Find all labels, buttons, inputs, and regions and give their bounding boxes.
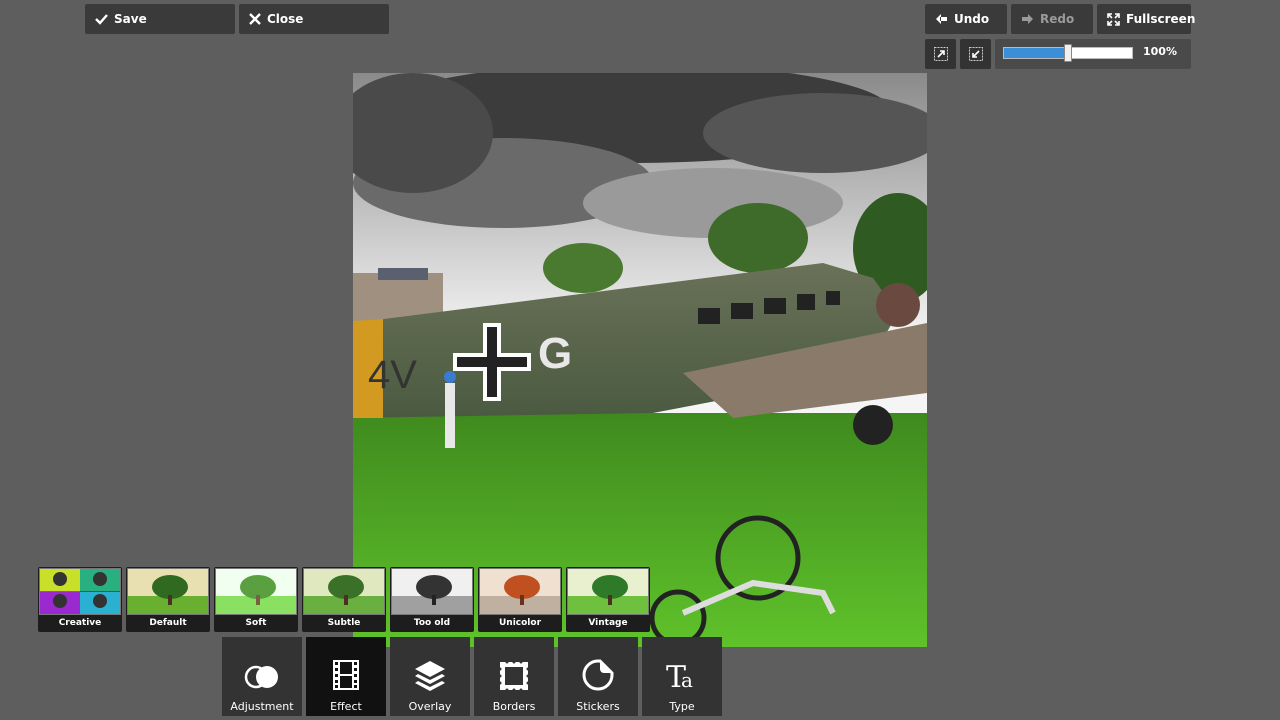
effect-soft[interactable]: Soft [214,567,298,632]
film-icon [333,660,359,690]
effect-unicolor[interactable]: Unicolor [478,567,562,632]
adjustment-icon [244,665,278,689]
fit-to-screen-button[interactable] [925,39,956,69]
effect-thumb [127,568,209,615]
tool-label: Stickers [576,700,620,713]
svg-text:a: a [681,668,693,691]
save-label: Save [114,12,147,26]
zoom-level: 100% [1143,45,1177,58]
effect-creative[interactable]: Creative [38,567,122,632]
zoom-panel: 100% [995,39,1191,69]
text-icon: Ta [666,660,693,691]
fullscreen-icon [1107,12,1120,26]
effect-thumb [39,568,121,615]
fullscreen-label: Fullscreen [1126,12,1196,26]
actual-size-button[interactable] [960,39,991,69]
effect-label: Default [149,618,187,628]
effect-default[interactable]: Default [126,567,210,632]
layers-icon [415,661,445,691]
close-label: Close [267,12,304,26]
tool-bar: Adjustment Effect Overlay Borders Sticke… [222,637,722,716]
effect-subtle[interactable]: Subtle [302,567,386,632]
effect-thumb [567,568,649,615]
photo-image: G 4V [353,73,927,647]
undo-button[interactable]: Undo [925,4,1007,34]
shrink-icon [968,47,983,61]
tool-label: Type [669,700,695,713]
effect-label: Subtle [327,618,361,628]
zoom-slider[interactable] [1003,44,1133,62]
close-button[interactable]: Close [239,4,389,34]
tool-label: Borders [492,700,536,713]
tool-label: Overlay [408,700,452,713]
effect-label: Creative [58,618,102,628]
svg-text:4V: 4V [368,353,417,397]
effect-label: Unicolor [498,618,542,628]
effect-vintage[interactable]: Vintage [566,567,650,632]
effect-label: Vintage [588,618,628,628]
tool-label: Effect [330,700,362,713]
expand-icon [933,47,948,61]
redo-label: Redo [1040,12,1075,26]
effect-thumb [215,568,297,615]
tool-adjustment[interactable]: Adjustment [222,637,302,716]
zoom-slider-thumb[interactable] [1064,44,1072,62]
zoom-slider-fill [1004,48,1068,58]
svg-text:G: G [538,329,572,378]
fullscreen-button[interactable]: Fullscreen [1097,4,1195,34]
tool-type[interactable]: Ta Type [642,637,722,716]
redo-button[interactable]: Redo [1011,4,1093,34]
undo-label: Undo [954,12,990,26]
photo-canvas[interactable]: G 4V [353,73,927,647]
arrow-right-icon [1022,14,1033,24]
sticker-icon [582,659,614,691]
effect-thumb [479,568,561,615]
effect-thumb [303,568,385,615]
effects-strip: Creative Default Soft Subtle Too old Uni… [38,567,650,632]
close-icon [249,13,261,25]
tool-stickers[interactable]: Stickers [558,637,638,716]
tool-overlay[interactable]: Overlay [390,637,470,716]
save-button[interactable]: Save [85,4,235,34]
effect-thumb [391,568,473,615]
arrow-left-icon [936,14,947,24]
tool-label: Adjustment [230,700,294,713]
tool-effect[interactable]: Effect [306,637,386,716]
effect-too-old[interactable]: Too old [390,567,474,632]
effect-label: Soft [245,618,267,628]
tool-borders[interactable]: Borders [474,637,554,716]
check-icon [95,14,108,25]
effect-label: Too old [413,618,451,628]
border-frame-icon [499,661,529,691]
